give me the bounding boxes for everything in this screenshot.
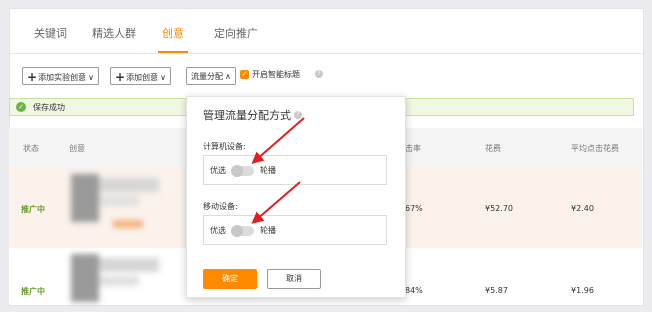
creative-thumbnail[interactable] — [65, 170, 175, 230]
status-text: 推广中 — [21, 287, 45, 296]
header-ctr: 击率 — [405, 144, 421, 153]
help-icon[interactable]: ? — [315, 70, 323, 78]
status-text: 推广中 — [21, 205, 45, 214]
computer-device-setting: 优选 轮播 — [203, 155, 387, 185]
chevron-down-icon: ∨ — [88, 73, 94, 82]
success-message: 保存成功 — [33, 103, 65, 112]
option-preferred-label: 优选 — [210, 226, 226, 235]
help-icon[interactable]: ? — [294, 111, 302, 119]
mobile-allocation-toggle[interactable] — [231, 225, 254, 237]
ctr-value: 84% — [405, 286, 423, 295]
tab-selected-audience[interactable]: 精选人群 — [92, 25, 136, 41]
smart-title-label: 开启智能标题 — [252, 70, 300, 79]
header-creative: 创意 — [69, 144, 85, 153]
smart-title-checkbox[interactable]: ✓ — [240, 70, 249, 79]
add-creative-button[interactable]: +添加创意 ∨ — [110, 67, 171, 85]
computer-device-label: 计算机设备: — [203, 142, 246, 151]
option-rotation-label: 轮播 — [260, 226, 276, 235]
cancel-button[interactable]: 取消 — [267, 269, 321, 289]
check-circle-icon: ✓ — [16, 102, 26, 112]
popup-title: 管理流量分配方式 — [203, 109, 291, 122]
cpc-value: ¥2.40 — [571, 204, 594, 213]
plus-icon: + — [115, 70, 126, 84]
active-tab-indicator — [158, 51, 188, 53]
header-status: 状态 — [23, 144, 39, 153]
traffic-allocation-button[interactable]: 流量分配 ∧ — [186, 67, 236, 85]
chevron-down-icon: ∨ — [160, 73, 166, 82]
computer-allocation-toggle[interactable] — [231, 165, 254, 177]
header-cpc: 平均点击花费 — [571, 144, 619, 153]
creative-thumbnail[interactable] — [65, 250, 175, 302]
plus-icon: + — [27, 70, 38, 84]
cpc-value: ¥1.96 — [571, 286, 594, 295]
option-preferred-label: 优选 — [210, 166, 226, 175]
tab-bar: 关键词 精选人群 创意 定向推广 — [10, 9, 643, 54]
tab-keywords[interactable]: 关键词 — [34, 25, 67, 41]
mobile-device-setting: 优选 轮播 — [203, 215, 387, 245]
tab-creative[interactable]: 创意 — [162, 25, 184, 41]
chevron-up-icon: ∧ — [225, 72, 231, 81]
mobile-device-label: 移动设备: — [203, 202, 238, 211]
add-experiment-creative-button[interactable]: +添加实验创意 ∨ — [22, 67, 99, 85]
cost-value: ¥52.70 — [485, 204, 513, 213]
tab-targeted-promotion[interactable]: 定向推广 — [214, 25, 258, 41]
cost-value: ¥5.87 — [485, 286, 508, 295]
header-cost: 花费 — [485, 144, 501, 153]
traffic-allocation-popup: 管理流量分配方式 ? 计算机设备: 优选 轮播 移动设备: 优选 轮播 确定 取… — [186, 96, 406, 298]
ctr-value: 67% — [405, 204, 423, 213]
confirm-button[interactable]: 确定 — [203, 269, 257, 289]
option-rotation-label: 轮播 — [260, 166, 276, 175]
